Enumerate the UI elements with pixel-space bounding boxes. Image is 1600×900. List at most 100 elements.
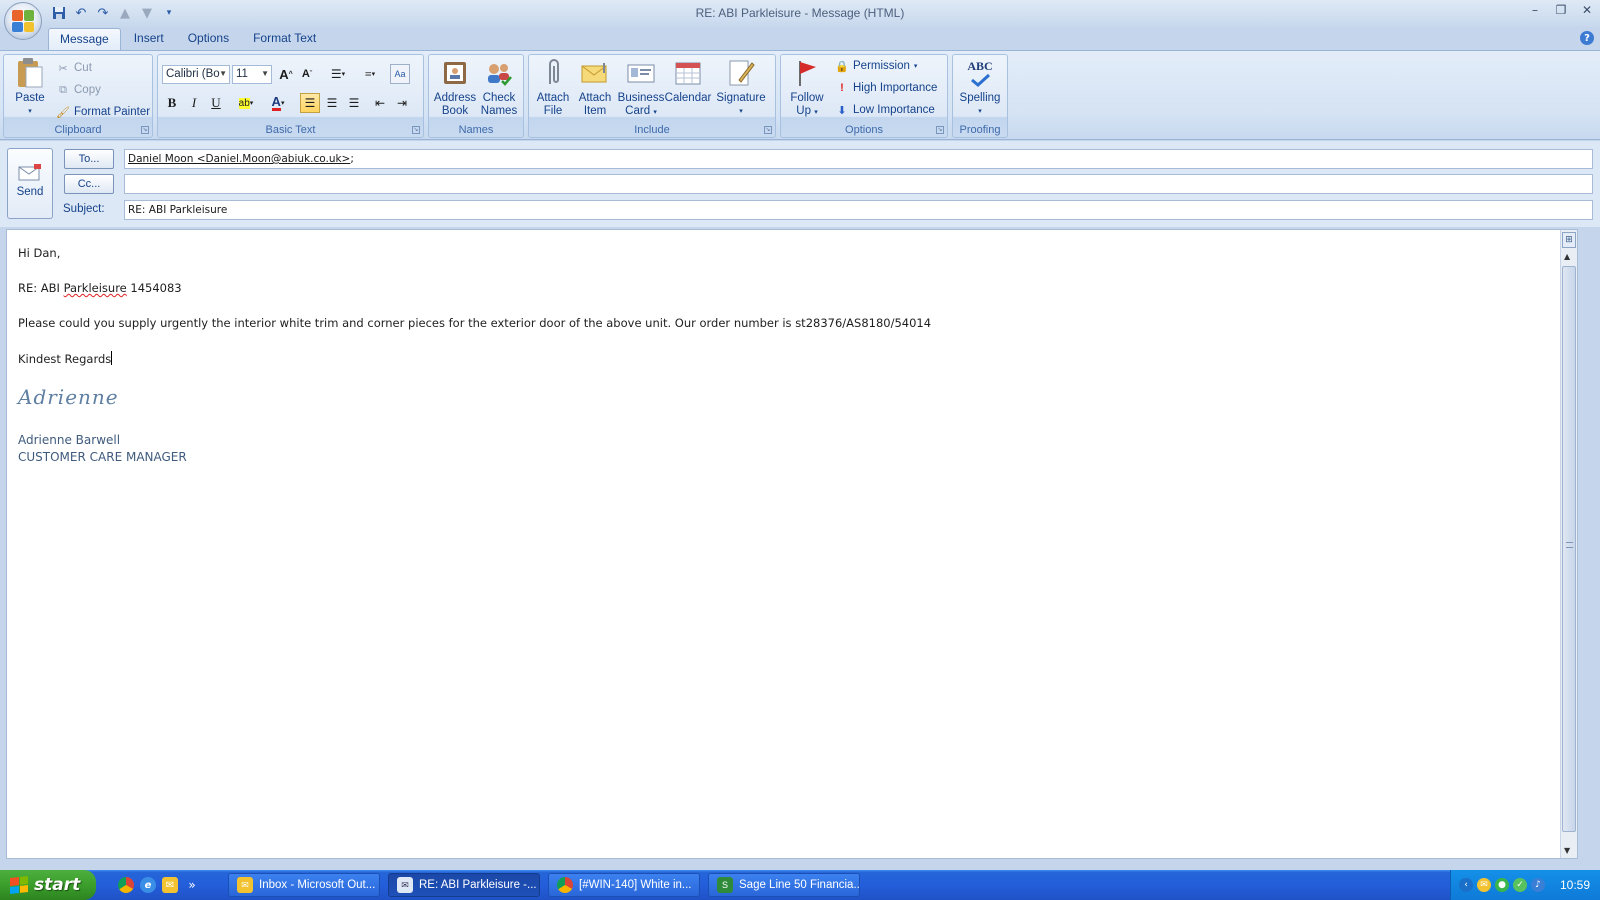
increase-indent-button[interactable]: ⇥ (392, 93, 412, 113)
tab-message[interactable]: Message (48, 28, 121, 50)
chrome-icon[interactable] (118, 877, 134, 893)
network-status-icon[interactable]: ● (1495, 878, 1509, 892)
tab-insert[interactable]: Insert (123, 28, 175, 50)
italic-button[interactable]: I (184, 93, 204, 113)
address-book-button[interactable]: Address Book (433, 57, 477, 118)
spelling-label: Spelling (959, 92, 1001, 104)
to-recipient[interactable]: Daniel Moon <Daniel.Moon@abiuk.co.uk> (128, 153, 350, 165)
send-envelope-icon (17, 163, 43, 183)
high-importance-button[interactable]: ! High Importance (835, 81, 937, 95)
shrink-font-button[interactable]: Aˇ (297, 64, 317, 84)
align-right-icon: ☰ (348, 95, 360, 110)
tab-format-text[interactable]: Format Text (242, 28, 327, 50)
body-reference: RE: ABI Parkleisure 1454083 (18, 281, 182, 295)
clear-formatting-icon: Aa (394, 69, 406, 79)
internet-explorer-icon[interactable]: e (140, 877, 156, 893)
attach-file-label-1: Attach (536, 92, 570, 104)
task-inbox[interactable]: ✉ Inbox - Microsoft Out... (228, 873, 380, 897)
attach-item-label-1: Attach (578, 92, 612, 104)
include-launcher-icon[interactable]: ↘ (764, 126, 772, 134)
font-size-select[interactable]: 11 ▼ (232, 65, 272, 84)
calendar-button[interactable]: Calendar (663, 57, 713, 105)
spelling-button[interactable]: ABC Spelling ▾ (955, 57, 1005, 118)
start-button[interactable]: start (0, 870, 96, 900)
underline-button[interactable]: U (206, 93, 226, 113)
help-icon[interactable]: ? (1580, 31, 1594, 45)
task-browser-label: [#WIN-140] White in... (579, 879, 692, 891)
scroll-thumb[interactable] (1562, 266, 1576, 832)
office-button[interactable] (4, 2, 42, 40)
include-group-label: Include (634, 124, 670, 136)
attach-file-button[interactable]: Attach File (533, 57, 573, 118)
decrease-indent-button[interactable]: ⇤ (370, 93, 390, 113)
paste-button[interactable]: Paste ▾ (10, 57, 50, 118)
task-sage[interactable]: S Sage Line 50 Financia... (708, 873, 860, 897)
minimize-icon[interactable]: – (1528, 3, 1542, 17)
numbering-button[interactable]: ≡ ▾ (356, 64, 384, 84)
tray-expand-icon[interactable]: ‹ (1459, 878, 1473, 892)
body-closing-text: Kindest Regards (18, 352, 112, 366)
business-card-icon (625, 57, 657, 89)
signature-button[interactable]: Signature ▾ (713, 57, 769, 118)
vertical-scrollbar[interactable]: ⊞ ▲ ▼ (1560, 230, 1577, 858)
bullets-button[interactable]: ☰ ▾ (324, 64, 352, 84)
tab-options[interactable]: Options (177, 28, 240, 50)
signature-name: Adrienne Barwell (18, 433, 121, 447)
font-name-select[interactable]: Calibri (Bo ▼ (162, 65, 230, 84)
signature-label: Signature (716, 92, 766, 104)
signature-dropdown-icon[interactable]: ▾ (713, 105, 769, 118)
volume-icon[interactable]: ♪ (1531, 878, 1545, 892)
address-book-icon (439, 57, 471, 89)
restore-icon[interactable]: ❐ (1554, 3, 1568, 17)
spelling-dropdown-icon[interactable]: ▾ (955, 105, 1005, 118)
attach-item-button[interactable]: Attach Item (575, 57, 615, 118)
to-field[interactable]: Daniel Moon <Daniel.Moon@abiuk.co.uk>; (124, 149, 1593, 169)
format-painter-label: Format Painter (74, 106, 151, 118)
to-button[interactable]: To... (64, 149, 114, 169)
outlook-tray-icon[interactable]: ✉ (1477, 878, 1491, 892)
task-browser[interactable]: [#WIN-140] White in... (548, 873, 700, 897)
attach-file-label-2: File (543, 105, 563, 117)
align-center-button[interactable]: ☰ (322, 93, 342, 113)
task-message[interactable]: ✉ RE: ABI Parkleisure -... (388, 873, 540, 897)
outlook-icon[interactable]: ✉ (162, 877, 178, 893)
scroll-up-icon[interactable]: ▲ (1564, 252, 1570, 261)
highlight-button[interactable]: ab ▾ (232, 93, 260, 113)
check-names-button[interactable]: Check Names (477, 57, 521, 118)
subject-field[interactable]: RE: ABI Parkleisure (124, 200, 1593, 220)
send-button[interactable]: Send (7, 148, 53, 219)
text-cursor (111, 351, 113, 365)
paperclip-icon (537, 57, 569, 89)
close-icon[interactable]: ✕ (1580, 3, 1594, 17)
font-color-button[interactable]: A ▾ (264, 93, 292, 113)
bold-button[interactable]: B (162, 93, 182, 113)
quick-launch-overflow-icon[interactable]: » (184, 877, 200, 893)
low-importance-button[interactable]: ⬇ Low Importance (835, 103, 934, 117)
grow-font-button[interactable]: A ^ (276, 64, 296, 84)
permission-button[interactable]: 🔒 Permission ▾ (835, 59, 917, 73)
system-tray: ‹ ✉ ● ✓ ♪ 10:59 (1450, 870, 1600, 900)
cut-button[interactable]: ✂ Cut (56, 61, 92, 75)
follow-up-button[interactable]: Follow Up ▾ (785, 57, 829, 119)
format-painter-button[interactable]: 🖌 Format Painter (56, 105, 150, 119)
chevron-down-icon: ▼ (261, 69, 269, 78)
task-message-label: RE: ABI Parkleisure -... (419, 879, 537, 891)
align-right-button[interactable]: ☰ (344, 93, 364, 113)
scroll-down-icon[interactable]: ▼ (1564, 846, 1570, 855)
outlook-icon: ✉ (237, 877, 253, 893)
paste-dropdown-icon[interactable]: ▾ (10, 105, 50, 118)
copy-button[interactable]: ⧉ Copy (56, 83, 101, 97)
business-card-button[interactable]: Business Card ▾ (617, 57, 665, 119)
basic-text-launcher-icon[interactable]: ↘ (412, 126, 420, 134)
clear-formatting-button[interactable]: Aa (390, 64, 410, 84)
permission-icon: 🔒 (835, 60, 849, 73)
options-launcher-icon[interactable]: ↘ (936, 126, 944, 134)
message-body[interactable]: Hi Dan, RE: ABI Parkleisure 1454083 Plea… (6, 229, 1578, 859)
ruler-toggle-icon[interactable]: ⊞ (1562, 232, 1576, 248)
cc-field[interactable] (124, 174, 1593, 194)
cc-button[interactable]: Cc... (64, 174, 114, 194)
clipboard-launcher-icon[interactable]: ↘ (141, 126, 149, 134)
align-left-button[interactable]: ☰ (300, 93, 320, 113)
paintbrush-icon: 🖌 (56, 106, 70, 119)
security-status-icon[interactable]: ✓ (1513, 878, 1527, 892)
